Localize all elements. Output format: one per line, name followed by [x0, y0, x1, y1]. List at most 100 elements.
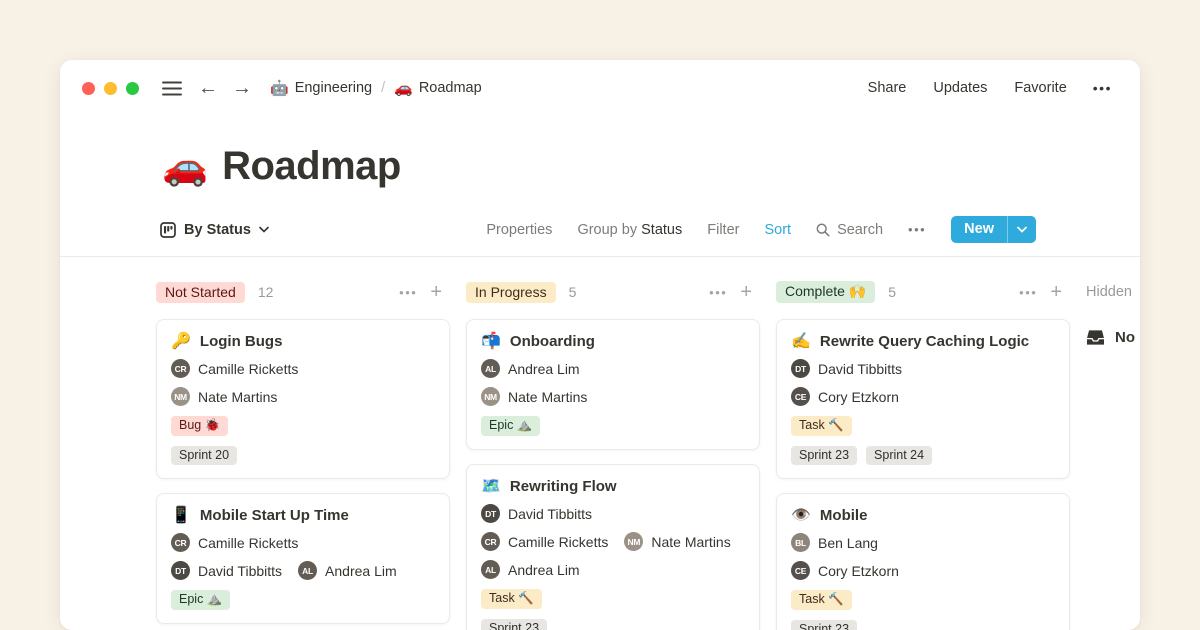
column-add-icon[interactable]: + — [740, 282, 752, 302]
page-header: 🚗 Roadmap — [60, 108, 1140, 189]
assignee[interactable]: NM Nate Martins — [171, 387, 277, 406]
search-button[interactable]: Search — [816, 222, 883, 238]
forward-icon[interactable]: → — [232, 78, 252, 98]
mobile-phone-icon: 📱 — [171, 508, 191, 524]
assignee-name: Ben Lang — [818, 535, 878, 551]
properties-button[interactable]: Properties — [486, 222, 552, 238]
avatar: NM — [171, 387, 190, 406]
assignee-name: Nate Martins — [198, 389, 277, 405]
tag-task[interactable]: Task 🔨 — [791, 590, 852, 610]
column-status-badge[interactable]: Complete 🙌 — [776, 281, 875, 303]
assignee-name: Nate Martins — [508, 389, 587, 405]
page-icon[interactable]: 🚗 — [162, 148, 208, 185]
card-mobile[interactable]: 👁️ Mobile BL Ben Lang CE Cory Etzkorn — [776, 493, 1070, 630]
assignee[interactable]: AL Andrea Lim — [481, 359, 580, 378]
assignee-name: David Tibbitts — [818, 361, 902, 377]
tag-task[interactable]: Task 🔨 — [481, 589, 542, 609]
assignee[interactable]: CR Camille Ricketts — [171, 533, 298, 552]
card-rewriting-flow[interactable]: 🗺️ Rewriting Flow DT David Tibbitts CR C… — [466, 464, 760, 630]
column-more-icon[interactable]: ••• — [709, 285, 727, 300]
tag-epic[interactable]: Epic ⛰️ — [171, 590, 230, 610]
avatar: NM — [624, 532, 643, 551]
tag-sprint[interactable]: Sprint 23 — [791, 620, 857, 630]
assignee[interactable]: CE Cory Etzkorn — [791, 387, 899, 406]
workspace-icon: 🤖 — [270, 79, 289, 97]
card-title: Mobile — [820, 507, 868, 524]
tag-sprint[interactable]: Sprint 23 — [481, 619, 547, 630]
tag-epic[interactable]: Epic ⛰️ — [481, 416, 540, 436]
view-switcher[interactable]: By Status — [160, 222, 269, 238]
share-button[interactable]: Share — [868, 80, 907, 96]
minimize-window-button[interactable] — [104, 82, 117, 95]
assignee[interactable]: CR Camille Ricketts — [171, 359, 298, 378]
more-options-icon[interactable]: ••• — [1093, 80, 1112, 96]
card-title: Rewriting Flow — [510, 478, 617, 495]
filter-button[interactable]: Filter — [707, 222, 739, 238]
back-icon[interactable]: ← — [198, 78, 218, 98]
column-header: In Progress 5 ••• + — [466, 279, 760, 305]
column-in-progress: In Progress 5 ••• + 📬 Onboarding AL — [466, 279, 760, 630]
column-cards: 🔑 Login Bugs CR Camille Ricketts NM Nate… — [156, 319, 450, 630]
column-more-icon[interactable]: ••• — [399, 285, 417, 300]
key-icon: 🔑 — [171, 334, 191, 350]
column-cards: ✍️ Rewrite Query Caching Logic DT David … — [776, 319, 1070, 630]
breadcrumb-workspace[interactable]: 🤖 Engineering — [270, 79, 372, 97]
close-window-button[interactable] — [82, 82, 95, 95]
tag-sprint[interactable]: Sprint 23 — [791, 446, 857, 465]
avatar: DT — [171, 561, 190, 580]
assignee[interactable]: AL Andrea Lim — [298, 561, 397, 580]
card-rewrite-query-caching-logic[interactable]: ✍️ Rewrite Query Caching Logic DT David … — [776, 319, 1070, 479]
avatar: AL — [481, 560, 500, 579]
card-onboarding[interactable]: 📬 Onboarding AL Andrea Lim NM Nate Marti… — [466, 319, 760, 450]
assignee-name: Cory Etzkorn — [818, 389, 899, 405]
breadcrumb-page[interactable]: 🚗 Roadmap — [394, 79, 482, 97]
hidden-groups-label[interactable]: Hidden — [1086, 279, 1140, 305]
avatar: BL — [791, 533, 810, 552]
tag-task[interactable]: Task 🔨 — [791, 416, 852, 436]
search-label: Search — [837, 222, 883, 238]
assignee-name: David Tibbitts — [508, 506, 592, 522]
column-status-badge[interactable]: In Progress — [466, 282, 556, 303]
hidden-group-no-status[interactable]: No — [1086, 329, 1140, 346]
column-add-icon[interactable]: + — [1050, 282, 1062, 302]
page-title-text[interactable]: Roadmap — [222, 144, 401, 189]
tag-bug[interactable]: Bug 🐞 — [171, 416, 228, 436]
sidebar-toggle-icon[interactable] — [162, 81, 182, 96]
card-login-bugs[interactable]: 🔑 Login Bugs CR Camille Ricketts NM Nate… — [156, 319, 450, 479]
sort-button[interactable]: Sort — [764, 222, 791, 238]
group-by-button[interactable]: Group by Status — [577, 222, 682, 238]
column-count: 5 — [569, 284, 577, 300]
assignee[interactable]: NM Nate Martins — [624, 532, 730, 551]
new-button-label[interactable]: New — [951, 216, 1007, 243]
column-more-icon[interactable]: ••• — [1019, 285, 1037, 300]
view-more-icon[interactable]: ••• — [908, 222, 926, 237]
assignee-name: Cory Etzkorn — [818, 563, 899, 579]
assignee[interactable]: AL Andrea Lim — [481, 560, 580, 579]
assignee[interactable]: CE Cory Etzkorn — [791, 561, 899, 580]
group-by-value: Status — [641, 222, 682, 238]
page-icon-small: 🚗 — [394, 79, 413, 97]
assignee[interactable]: DT David Tibbitts — [791, 359, 902, 378]
favorite-button[interactable]: Favorite — [1014, 80, 1066, 96]
column-status-badge[interactable]: Not Started — [156, 282, 245, 303]
traffic-lights — [82, 82, 148, 95]
assignee[interactable]: CR Camille Ricketts — [481, 532, 608, 551]
assignee[interactable]: DT David Tibbitts — [171, 561, 282, 580]
assignee[interactable]: BL Ben Lang — [791, 533, 878, 552]
new-button[interactable]: New — [951, 216, 1036, 243]
column-cards: 📬 Onboarding AL Andrea Lim NM Nate Marti… — [466, 319, 760, 630]
assignee-name: Camille Ricketts — [198, 361, 298, 377]
assignee[interactable]: NM Nate Martins — [481, 387, 587, 406]
updates-button[interactable]: Updates — [933, 80, 987, 96]
avatar: DT — [481, 504, 500, 523]
tag-sprint[interactable]: Sprint 20 — [171, 446, 237, 465]
eye-icon: 👁️ — [791, 508, 811, 524]
assignee[interactable]: DT David Tibbitts — [481, 504, 592, 523]
view-name: By Status — [184, 222, 251, 238]
new-dropdown-button[interactable] — [1007, 216, 1036, 243]
zoom-window-button[interactable] — [126, 82, 139, 95]
column-add-icon[interactable]: + — [430, 282, 442, 302]
column-count: 12 — [258, 284, 274, 300]
card-mobile-start-up-time[interactable]: 📱 Mobile Start Up Time CR Camille Ricket… — [156, 493, 450, 624]
tag-sprint[interactable]: Sprint 24 — [866, 446, 932, 465]
